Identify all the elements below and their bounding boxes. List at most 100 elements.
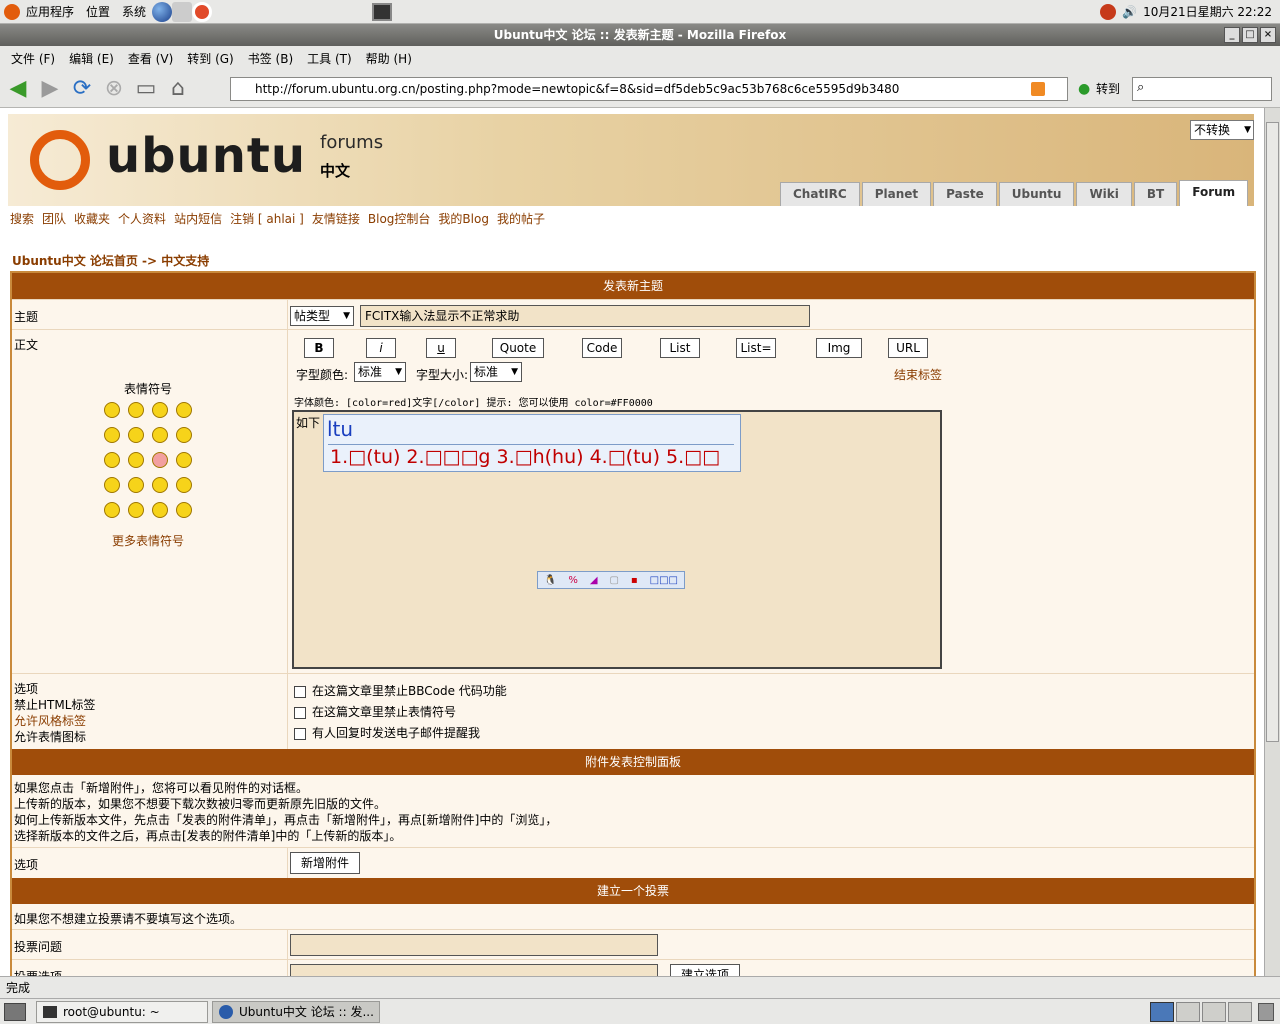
workspace-1[interactable] bbox=[1150, 1001, 1174, 1022]
emoticon-exclaim-icon[interactable] bbox=[104, 502, 120, 518]
url-bar[interactable]: http://forum.ubuntu.org.cn/posting.php?m… bbox=[230, 77, 1068, 101]
ime-fullwidth-icon[interactable]: ▢ bbox=[610, 575, 619, 586]
menu-help[interactable]: 帮助 (H) bbox=[359, 50, 419, 67]
workspace-2[interactable] bbox=[1176, 1001, 1200, 1022]
link-logout[interactable]: 注销 [ ahlai ] bbox=[230, 210, 304, 227]
system-menu[interactable]: 系统 bbox=[116, 3, 152, 20]
link-profile[interactable]: 个人资料 bbox=[118, 210, 166, 227]
emoticon-question-icon[interactable] bbox=[128, 502, 144, 518]
tab-paste[interactable]: Paste bbox=[933, 182, 997, 206]
ubuntu-menu-icon[interactable] bbox=[4, 3, 20, 20]
emoticon-cool-icon[interactable] bbox=[152, 427, 168, 443]
font-color-select[interactable]: 标准 ▼ bbox=[354, 362, 406, 382]
help-launcher-icon[interactable] bbox=[192, 1, 213, 22]
rss-feed-icon[interactable] bbox=[1031, 82, 1045, 96]
volume-icon[interactable]: 🔊 bbox=[1122, 5, 1137, 19]
italic-button[interactable]: i bbox=[366, 338, 396, 358]
font-size-select[interactable]: 标准 ▼ bbox=[470, 362, 522, 382]
clock[interactable]: 10月21日星期六 22:22 bbox=[1143, 3, 1272, 20]
ime-status-bar[interactable]: 🐧 % ◢ ▢ ▪ □□□ bbox=[537, 571, 685, 589]
applications-menu[interactable]: 应用程序 bbox=[20, 3, 80, 20]
list-button[interactable]: List bbox=[660, 338, 700, 358]
tab-wiki[interactable]: Wiki bbox=[1076, 182, 1132, 206]
link-favorites[interactable]: 收藏夹 bbox=[74, 210, 110, 227]
reload-icon[interactable]: ⟳ bbox=[68, 75, 96, 103]
img-button[interactable]: Img bbox=[816, 338, 862, 358]
maximize-button[interactable]: □ bbox=[1242, 27, 1258, 43]
menu-tools[interactable]: 工具 (T) bbox=[300, 50, 359, 67]
minimize-button[interactable]: _ bbox=[1224, 27, 1240, 43]
ime-candidates[interactable]: 1.□(tu) 2.□□□g 3.□h(hu) 4.□(tu) 5.□□ bbox=[330, 446, 720, 468]
go-arrow-icon[interactable]: ● bbox=[1078, 81, 1090, 97]
home-icon[interactable]: ⌂ bbox=[164, 75, 192, 103]
underline-button[interactable]: u bbox=[426, 338, 456, 358]
site-logo-text[interactable]: ubuntu bbox=[106, 128, 306, 184]
link-search[interactable]: 搜索 bbox=[10, 210, 34, 227]
emoticon-confused-icon[interactable] bbox=[128, 427, 144, 443]
task-firefox[interactable]: Ubuntu中文 论坛 :: 发... bbox=[212, 1000, 380, 1023]
ime-box-icon[interactable]: □□□ bbox=[650, 575, 678, 586]
emoticon-cry-icon[interactable] bbox=[176, 452, 192, 468]
poll-question-input[interactable] bbox=[290, 934, 658, 956]
checkbox[interactable] bbox=[294, 685, 306, 698]
emoticon-surprised-icon[interactable] bbox=[176, 402, 192, 418]
checkbox[interactable] bbox=[294, 706, 306, 719]
convert-select[interactable]: 不转换 ▼ bbox=[1190, 120, 1254, 140]
tab-ubuntu[interactable]: Ubuntu bbox=[998, 182, 1075, 206]
menu-go[interactable]: 转到 (G) bbox=[180, 50, 240, 67]
new-tab-icon[interactable]: ▭ bbox=[132, 75, 160, 103]
stop-icon[interactable]: ⊗ bbox=[100, 75, 128, 103]
link-my-blog[interactable]: 我的Blog bbox=[438, 210, 489, 227]
show-desktop-icon[interactable] bbox=[4, 1002, 26, 1021]
close-tags-link[interactable]: 结束标签 bbox=[894, 366, 942, 383]
close-button[interactable]: × bbox=[1260, 27, 1276, 43]
terminal-launcher-icon[interactable] bbox=[372, 2, 393, 21]
option-disable-smilies[interactable]: 在这篇文章里禁止表情符号 bbox=[294, 703, 456, 720]
workspace-4[interactable] bbox=[1228, 1001, 1252, 1022]
breadcrumb[interactable]: Ubuntu中文 论坛首页 -> 中文支持 bbox=[12, 252, 209, 269]
emoticon-twisted-icon[interactable] bbox=[128, 477, 144, 493]
emoticon-rolleyes-icon[interactable] bbox=[152, 477, 168, 493]
link-my-posts[interactable]: 我的帖子 bbox=[497, 210, 545, 227]
places-menu[interactable]: 位置 bbox=[80, 3, 116, 20]
window-titlebar[interactable]: Ubuntu中文 论坛 :: 发表新主题 - Mozilla Firefox _… bbox=[0, 24, 1280, 46]
go-button[interactable]: 转到 bbox=[1096, 80, 1120, 97]
update-notifier-icon[interactable] bbox=[1100, 3, 1117, 20]
ime-punct-icon[interactable]: ◢ bbox=[590, 575, 598, 586]
emoticon-razz-icon[interactable] bbox=[128, 452, 144, 468]
back-arrow-icon[interactable]: ◀ bbox=[4, 75, 32, 103]
subject-input[interactable]: FCITX输入法显示不正常求助 bbox=[360, 305, 810, 327]
bbcode-status[interactable]: 允许风格标签 bbox=[14, 712, 86, 729]
penguin-icon[interactable]: 🐧 bbox=[544, 575, 556, 586]
link-friend-links[interactable]: 友情链接 bbox=[312, 210, 360, 227]
workspace-3[interactable] bbox=[1202, 1001, 1226, 1022]
emoticon-smile-icon[interactable] bbox=[104, 402, 120, 418]
forward-arrow-icon[interactable]: ▶ bbox=[36, 75, 64, 103]
trash-icon[interactable] bbox=[1258, 1002, 1274, 1021]
scrollbar-thumb[interactable] bbox=[1266, 122, 1279, 742]
option-disable-bbcode[interactable]: 在这篇文章里禁止BBCode 代码功能 bbox=[294, 682, 507, 699]
menu-view[interactable]: 查看 (V) bbox=[121, 50, 180, 67]
quote-button[interactable]: Quote bbox=[492, 338, 544, 358]
add-attachment-button[interactable]: 新增附件 bbox=[290, 852, 361, 874]
web-browser-launcher-icon[interactable] bbox=[152, 1, 173, 22]
ime-lock-icon[interactable]: ▪ bbox=[631, 575, 638, 586]
tab-chatirc[interactable]: ChatIRC bbox=[780, 182, 860, 206]
ime-mode-icon[interactable]: % bbox=[568, 575, 578, 586]
ubuntu-logo-icon[interactable] bbox=[30, 130, 90, 190]
link-blog-console[interactable]: Blog控制台 bbox=[368, 210, 431, 227]
bold-button[interactable]: B bbox=[304, 338, 334, 358]
emoticon-sad-icon[interactable] bbox=[152, 402, 168, 418]
poll-option-input[interactable] bbox=[290, 964, 658, 976]
menu-file[interactable]: 文件 (F) bbox=[4, 50, 62, 67]
emoticon-mad-icon[interactable] bbox=[104, 452, 120, 468]
tab-forum[interactable]: Forum bbox=[1179, 180, 1249, 206]
more-emoticons-link[interactable]: 更多表情符号 bbox=[112, 532, 184, 549]
link-team[interactable]: 团队 bbox=[42, 210, 66, 227]
post-type-select[interactable]: 帖类型 ▼ bbox=[290, 306, 354, 326]
add-poll-option-button[interactable]: 建立选项 bbox=[670, 964, 741, 976]
emoticon-wink-icon[interactable] bbox=[176, 477, 192, 493]
code-button[interactable]: Code bbox=[582, 338, 622, 358]
emoticon-idea-icon[interactable] bbox=[152, 502, 168, 518]
email-launcher-icon[interactable] bbox=[172, 1, 193, 22]
